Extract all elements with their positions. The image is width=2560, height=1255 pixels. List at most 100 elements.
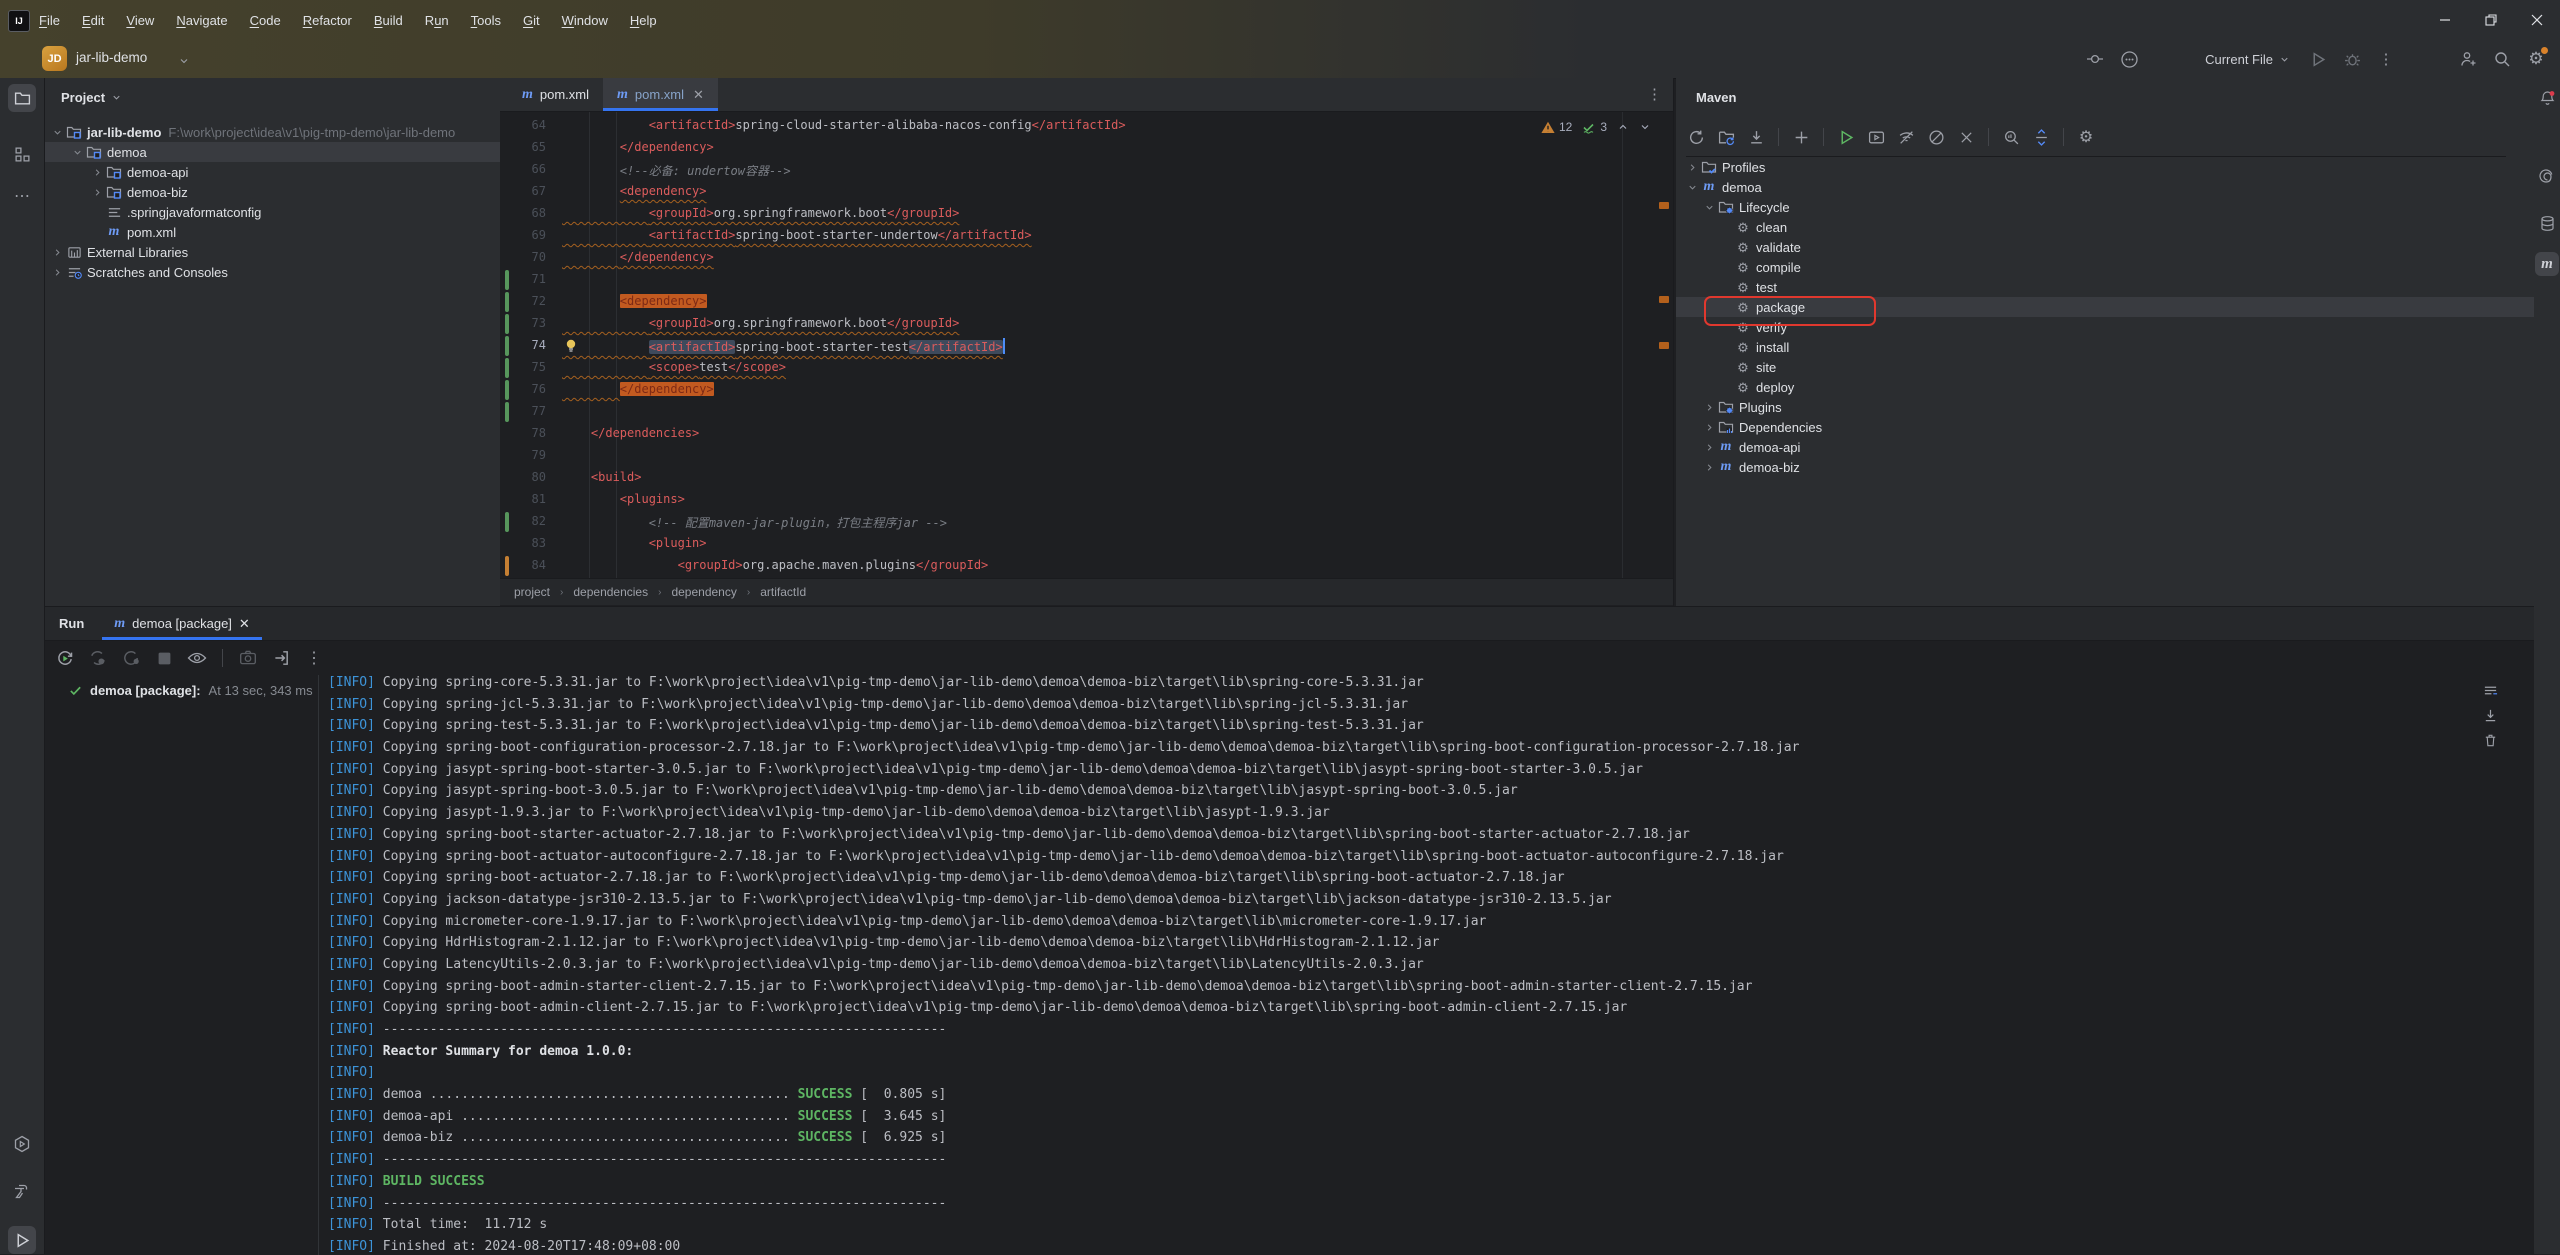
code-line-80[interactable]: 80 <build> (500, 467, 1673, 489)
maven-settings-gear-icon[interactable]: ⚙ (2076, 127, 2096, 147)
tree-item-jar-lib-demo[interactable]: jar-lib-demoF:\work\project\idea\v1\pig-… (45, 122, 500, 142)
stop-button[interactable] (154, 648, 174, 668)
chevron-right-icon[interactable] (1704, 422, 1715, 433)
screenshot-camera-icon[interactable] (238, 648, 258, 668)
run-button[interactable] (2308, 49, 2328, 69)
chevron-right-icon[interactable] (92, 167, 103, 178)
clear-all-trash-icon[interactable] (2483, 733, 2498, 748)
tree-item-demoa-biz[interactable]: demoa-biz (45, 182, 500, 202)
tab-options-kebab-icon[interactable]: ⋮ (1647, 85, 1663, 103)
code-line-73[interactable]: 73 <groupId>org.springframework.boot</gr… (500, 313, 1673, 335)
build-console[interactable]: [INFO] Copying spring-core-5.3.31.jar to… (320, 675, 2534, 1255)
close-icon[interactable] (1956, 127, 1976, 147)
code-line-83[interactable]: 83 <plugin> (500, 533, 1673, 555)
chevron-down-icon[interactable] (1687, 182, 1698, 193)
code-line-77[interactable]: 77 (500, 401, 1673, 423)
chevron-right-icon[interactable] (52, 247, 63, 258)
maven-item-profiles[interactable]: Profiles (1676, 157, 2534, 177)
chevron-right-icon[interactable] (1704, 402, 1715, 413)
chevron-down-icon[interactable] (52, 127, 63, 138)
breadcrumb-item-dependencies[interactable]: dependencies (573, 585, 648, 599)
code-line-70[interactable]: 70 </dependency> (500, 247, 1673, 269)
project-toolwindow-button[interactable] (8, 84, 36, 112)
chevron-right-icon[interactable] (1704, 442, 1715, 453)
error-stripe-mark[interactable] (1659, 342, 1669, 349)
run-configuration-selector[interactable]: Current File (2205, 52, 2290, 67)
maven-item-lifecycle[interactable]: Lifecycle (1676, 197, 2534, 217)
tree-item-scratches-and-consoles[interactable]: Scratches and Consoles (45, 262, 500, 282)
download-sources-icon[interactable] (1746, 127, 1766, 147)
menu-view[interactable]: View (117, 9, 163, 32)
menu-refactor[interactable]: Refactor (294, 9, 361, 32)
notifications-bell-icon[interactable] (2535, 86, 2559, 110)
code-line-84[interactable]: 84 <groupId>org.apache.maven.plugins</gr… (500, 555, 1673, 577)
run-options-kebab-icon[interactable]: ⋮ (304, 648, 324, 668)
run-status-row[interactable]: demoa [package]: At 13 sec, 343 ms (69, 683, 313, 698)
build-toolwindow-button[interactable] (8, 1178, 36, 1206)
project-badge[interactable]: JD (42, 46, 67, 71)
menu-run[interactable]: Run (416, 9, 458, 32)
maven-item-compile[interactable]: ⚙compile (1676, 257, 2534, 277)
code-with-me-icon[interactable] (2458, 49, 2478, 69)
code-line-68[interactable]: 68 <groupId>org.springframework.boot</gr… (500, 203, 1673, 225)
code-line-71[interactable]: 71 (500, 269, 1673, 291)
tree-item-external-libraries[interactable]: External Libraries (45, 242, 500, 262)
next-problem-icon[interactable] (1639, 121, 1651, 133)
tree-item-pom-xml[interactable]: mpom.xml (45, 222, 500, 242)
error-stripe-mark[interactable] (1659, 296, 1669, 303)
minimize-button[interactable] (2422, 0, 2468, 40)
search-everywhere-icon[interactable] (2492, 49, 2512, 69)
chevron-right-icon[interactable] (92, 187, 103, 198)
menu-edit[interactable]: Edit (73, 9, 113, 32)
run-maven-build-icon[interactable] (1836, 127, 1856, 147)
generate-sources-icon[interactable] (1716, 127, 1736, 147)
chevron-down-icon[interactable] (72, 147, 83, 158)
menu-build[interactable]: Build (365, 9, 412, 32)
maven-item-demoa-biz[interactable]: mdemoa-biz (1676, 457, 2534, 477)
maven-item-dependencies[interactable]: Dependencies (1676, 417, 2534, 437)
close-button[interactable] (2514, 0, 2560, 40)
code-line-67[interactable]: 67 <dependency> (500, 181, 1673, 203)
plugins-icon[interactable] (2119, 49, 2139, 69)
code-viewport[interactable]: 64 <artifactId>spring-cloud-starter-alib… (500, 112, 1673, 578)
previous-problem-icon[interactable] (1617, 121, 1629, 133)
structure-toolwindow-button[interactable] (8, 140, 36, 168)
menu-file[interactable]: File (30, 9, 69, 32)
maven-item-test[interactable]: ⚙test (1676, 277, 2534, 297)
breadcrumb-item-project[interactable]: project (514, 585, 550, 599)
editor-tab-0[interactable]: mpom.xml (508, 78, 603, 111)
close-icon[interactable]: ✕ (693, 87, 704, 103)
maven-item-demoa[interactable]: mdemoa (1676, 177, 2534, 197)
vcs-widget-icon[interactable] (2085, 49, 2105, 69)
stop-and-rerun-button[interactable] (121, 648, 141, 668)
analyze-dependencies-icon[interactable] (2001, 127, 2021, 147)
restore-button[interactable] (2468, 0, 2514, 40)
code-line-74[interactable]: 74 <artifactId>spring-boot-starter-test<… (500, 335, 1673, 357)
export-icon[interactable] (271, 648, 291, 668)
run-tab-demoa-package[interactable]: m demoa [package] ✕ (102, 607, 262, 640)
code-line-76[interactable]: 76 </dependency> (500, 379, 1673, 401)
breadcrumb-item-dependency[interactable]: dependency (671, 585, 736, 599)
tree-item-demoa[interactable]: demoa (45, 142, 500, 162)
menu-navigate[interactable]: Navigate (167, 9, 236, 32)
more-toolwindows-button[interactable]: ⋯ (8, 182, 36, 210)
menu-help[interactable]: Help (621, 9, 666, 32)
code-line-66[interactable]: 66 <!--必备: undertow容器--> (500, 159, 1673, 181)
chevron-down-icon[interactable] (1704, 202, 1715, 213)
project-panel-header[interactable]: Project (61, 90, 122, 105)
rerun-button[interactable] (55, 648, 75, 668)
add-maven-project-icon[interactable] (1791, 127, 1811, 147)
ai-assistant-icon[interactable] (2535, 164, 2559, 188)
code-line-69[interactable]: 69 <artifactId>spring-boot-starter-under… (500, 225, 1673, 247)
project-selector[interactable]: jar-lib-demo (76, 50, 147, 65)
breadcrumb-item-artifactId[interactable]: artifactId (760, 585, 806, 599)
code-line-82[interactable]: 82 <!-- 配置maven-jar-plugin，打包主程序jar --> (500, 511, 1673, 533)
menu-tools[interactable]: Tools (462, 9, 510, 32)
settings-gear-icon[interactable]: ⚙ (2526, 49, 2546, 69)
maven-item-install[interactable]: ⚙install (1676, 337, 2534, 357)
execute-maven-goal-icon[interactable] (1866, 127, 1886, 147)
expand-collapse-icon[interactable] (2031, 127, 2051, 147)
tree-item--springjavaformatconfig[interactable]: .springjavaformatconfig (45, 202, 500, 222)
maven-item-deploy[interactable]: ⚙deploy (1676, 377, 2534, 397)
error-stripe-mark[interactable] (1659, 202, 1669, 209)
